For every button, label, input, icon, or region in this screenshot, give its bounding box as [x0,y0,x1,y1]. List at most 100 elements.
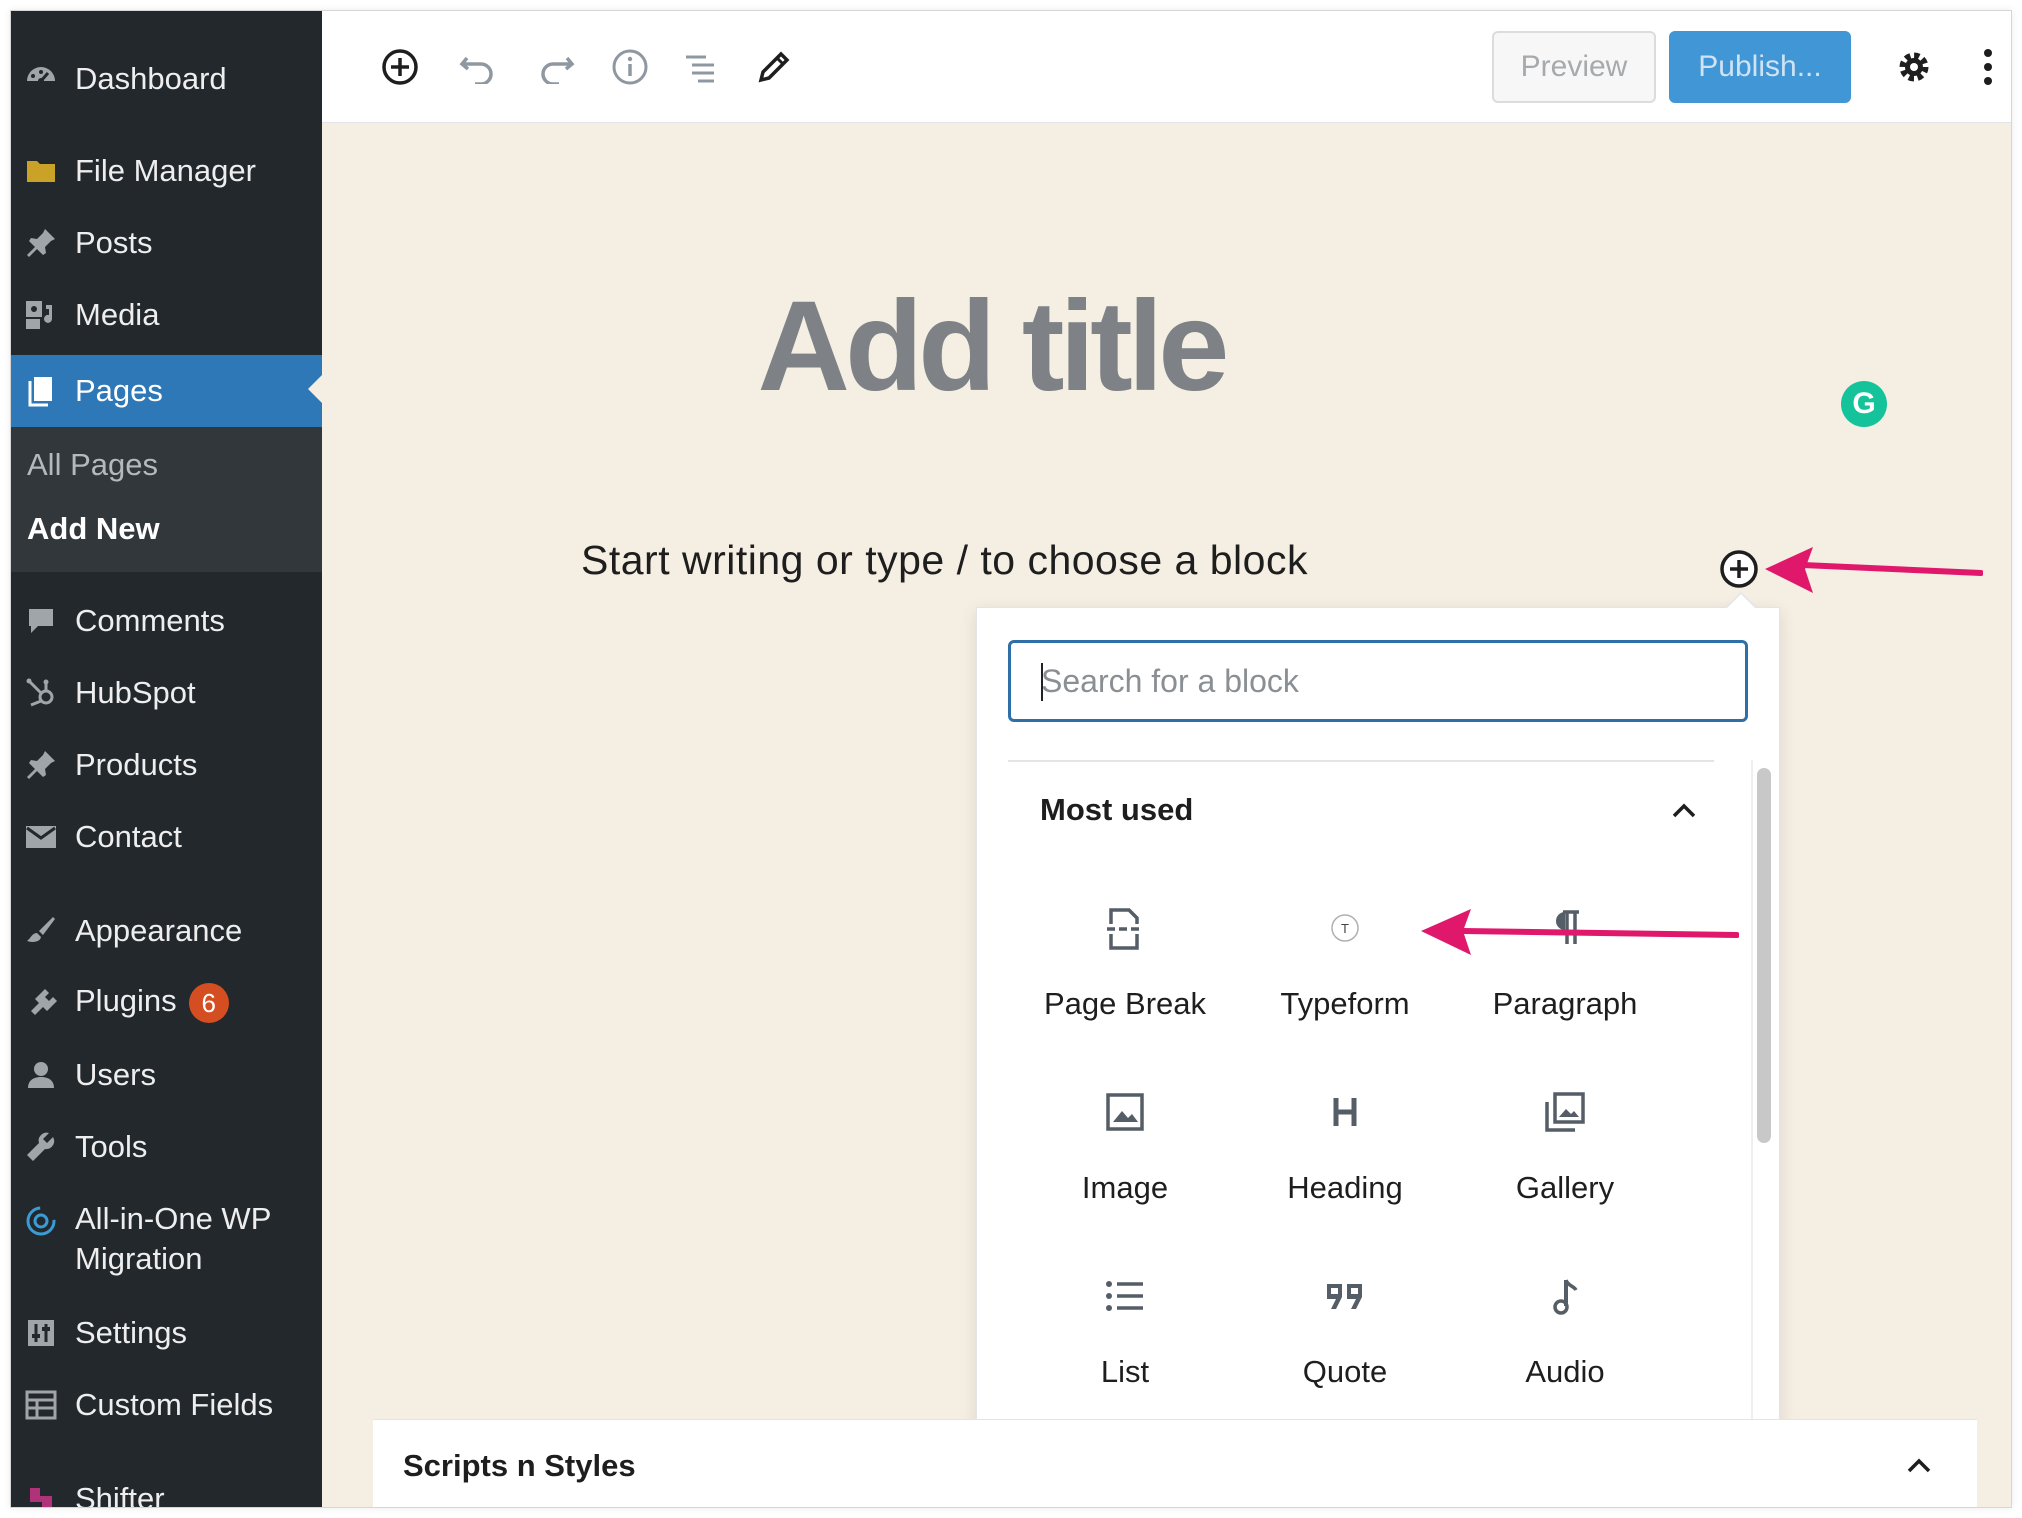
folder-icon [23,153,59,189]
sidebar-item-all-in-one-wp-migration[interactable]: All-in-One WP Migration [11,1187,322,1297]
block-label: Heading [1287,1170,1403,1205]
sidebar-item-label: Posts [75,225,153,260]
sidebar-item-media[interactable]: Media [11,283,322,347]
sidebar-item-label: Appearance [75,913,243,948]
scroll-track [1751,760,1753,1480]
migration-icon [23,1203,59,1239]
edit-pencil-icon[interactable] [748,41,800,93]
user-icon [23,1057,59,1093]
sidebar-item-label: All-in-One WP Migration [75,1201,272,1276]
sidebar-item-appearance[interactable]: Appearance [11,899,322,963]
admin-sidebar: Dashboard File Manager Posts Media Pages [11,11,322,1508]
sidebar-item-label: Contact [75,819,182,854]
sidebar-item-dashboard[interactable]: Dashboard [11,47,322,111]
dashboard-icon [23,61,59,97]
paintbrush-icon [23,913,59,949]
annotation-arrow-icon [1421,909,1739,955]
sidebar-item-hubspot[interactable]: HubSpot [11,661,322,725]
heading-icon [1323,1090,1367,1134]
submenu-all-pages[interactable]: All Pages [27,447,158,483]
svg-text:T: T [1341,921,1349,936]
sidebar-item-pages[interactable]: Pages [11,355,322,427]
block-list[interactable]: List [1015,1274,1235,1424]
envelope-icon [23,819,59,855]
pushpin-icon [23,747,59,783]
browser-frame: Dashboard File Manager Posts Media Pages [10,10,2012,1508]
table-icon [23,1387,59,1423]
block-audio[interactable]: Audio [1455,1274,1675,1424]
block-label: Paragraph [1492,986,1638,1021]
scrollbar[interactable] [1757,768,1771,1143]
block-label: List [1100,1354,1150,1389]
chevron-up-icon[interactable] [1901,1448,1937,1484]
comment-icon [23,603,59,639]
block-navigation-icon[interactable] [676,41,728,93]
block-gallery[interactable]: Gallery [1455,1090,1675,1240]
info-icon[interactable] [604,41,656,93]
block-quote[interactable]: Quote [1235,1274,1455,1424]
sidebar-item-label: HubSpot [75,675,196,710]
settings-sliders-icon [23,1315,59,1351]
scripts-n-styles-metabox: Scripts n Styles [373,1419,1977,1507]
grammarly-icon[interactable]: G [1841,381,1887,427]
publish-button[interactable]: Publish... [1669,31,1851,103]
sidebar-item-products[interactable]: Products [11,733,322,797]
text-caret [1041,663,1043,701]
search-placeholder: Search for a block [1041,662,1299,699]
hubspot-icon [23,675,59,711]
image-icon [1103,1090,1147,1134]
submenu-add-new[interactable]: Add New [27,511,160,547]
sidebar-item-file-manager[interactable]: File Manager [11,139,322,203]
block-image[interactable]: Image [1015,1090,1235,1240]
sidebar-item-label: Plugins 6 [75,983,229,1023]
inline-add-block-icon[interactable] [1719,549,1759,589]
plugins-update-badge: 6 [188,983,229,1023]
block-label: Image [1081,1170,1169,1205]
sidebar-item-comments[interactable]: Comments [11,589,322,653]
preview-button[interactable]: Preview [1492,31,1656,103]
block-search-input[interactable]: Search for a block [1008,640,1748,722]
typeform-icon: T [1323,906,1367,950]
sidebar-item-label: Pages [75,373,163,408]
sidebar-item-posts[interactable]: Posts [11,211,322,275]
sidebar-item-shifter[interactable]: Shifter [11,1467,322,1508]
undo-icon[interactable] [452,41,504,93]
sidebar-item-label: Settings [75,1315,188,1350]
block-inserter-popover: Search for a block Most used Page Break … [976,592,1780,1480]
sidebar-item-users[interactable]: Users [11,1043,322,1107]
block-page-break[interactable]: Page Break [1015,906,1235,1056]
block-label: Typeform [1280,986,1410,1021]
sidebar-item-label: Tools [75,1129,148,1164]
post-title-placeholder[interactable]: Add title [611,273,1371,420]
block-heading[interactable]: Heading [1235,1090,1455,1240]
gallery-icon [1543,1090,1587,1134]
sidebar-item-label: Users [75,1057,156,1092]
sidebar-item-label: Comments [75,603,225,638]
redo-icon[interactable] [530,41,582,93]
pushpin-icon [23,225,59,261]
sidebar-item-custom-fields[interactable]: Custom Fields [11,1373,322,1437]
chevron-up-icon[interactable] [1667,794,1701,828]
block-placeholder-text[interactable]: Start writing or type / to choose a bloc… [581,537,1308,584]
sidebar-item-plugins[interactable]: Plugins 6 [11,971,322,1035]
block-label: Audio [1525,1354,1605,1389]
audio-icon [1543,1274,1587,1318]
most-used-panel-title[interactable]: Most used [1040,792,1193,828]
pages-submenu: All Pages Add New [11,427,322,572]
shifter-icon [23,1481,59,1507]
sidebar-item-label: Shifter [75,1481,165,1508]
plug-icon [23,985,59,1021]
page-break-icon [1103,906,1147,950]
sidebar-item-label: Custom Fields [75,1387,274,1422]
sidebar-item-tools[interactable]: Tools [11,1115,322,1179]
sidebar-item-label: Products [75,747,198,782]
sidebar-item-label: Dashboard [75,61,227,96]
sidebar-item-contact[interactable]: Contact [11,805,322,869]
add-block-icon[interactable] [374,41,426,93]
sidebar-item-settings[interactable]: Settings [11,1301,322,1365]
metabox-title[interactable]: Scripts n Styles [403,1448,636,1484]
more-options-icon[interactable] [1968,41,2008,93]
wrench-icon [23,1129,59,1165]
block-label: Gallery [1515,1170,1615,1205]
settings-gear-icon[interactable] [1888,41,1940,93]
